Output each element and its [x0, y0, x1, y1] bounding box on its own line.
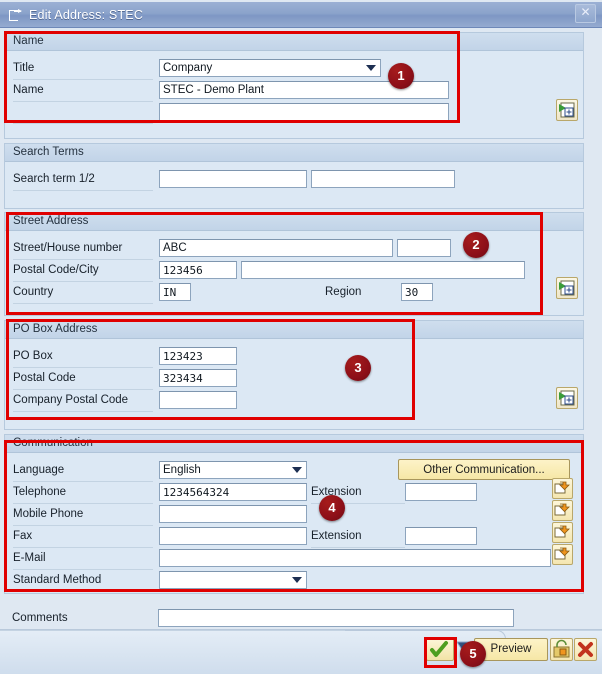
comments-label: Comments: [12, 608, 152, 630]
city-input[interactable]: [241, 261, 525, 279]
language-select[interactable]: English: [159, 461, 307, 479]
insert-line-icon-name[interactable]: [556, 99, 578, 121]
red-x-icon: [578, 642, 593, 657]
annotation-marker-1: 1: [388, 63, 414, 89]
chevron-down-icon[interactable]: [292, 467, 302, 473]
company-postal-code-input[interactable]: [159, 391, 237, 409]
telephone-extension-input[interactable]: [405, 483, 477, 501]
window-title: Edit Address: STEC: [29, 7, 144, 22]
annotation-marker-2: 2: [463, 232, 489, 258]
name-section-header: Name: [5, 33, 583, 51]
po-box-header: PO Box Address: [5, 321, 583, 339]
email-label: E-Mail: [13, 548, 153, 570]
language-label: Language: [13, 460, 153, 482]
launch-arrow-icon-glyph: [554, 525, 570, 538]
edit-address-icon: [9, 8, 22, 21]
launch-arrow-icon-mobile[interactable]: [552, 500, 573, 521]
comments-input[interactable]: [158, 609, 514, 627]
insert-line-icon-glyph: [559, 102, 575, 118]
annotation-marker-4: 4: [319, 495, 345, 521]
country-input[interactable]: IN: [159, 283, 191, 301]
hold-lock-icon: [553, 639, 570, 658]
search-term-2-input[interactable]: [311, 170, 455, 188]
name-section: Name Title Company Name STEC - Demo Plan…: [4, 32, 584, 139]
title-select[interactable]: Company: [159, 59, 381, 77]
street-address-header: Street Address: [5, 213, 583, 231]
communication-section: Communication Language English Other Com…: [4, 434, 584, 594]
region-input[interactable]: 30: [401, 283, 433, 301]
launch-arrow-icon-glyph: [554, 503, 570, 516]
street-address-section: Street Address Street/House number ABC P…: [4, 212, 584, 316]
chevron-down-icon[interactable]: [366, 65, 376, 71]
edit-address-dialog: Edit Address: STEC ✕ Name Title Company …: [0, 0, 602, 674]
insert-line-icon-glyph: [559, 390, 575, 406]
po-box-section: PO Box Address PO Box 123423 Postal Code…: [4, 320, 584, 430]
annotation-marker-3: 3: [345, 355, 371, 381]
launch-arrow-icon-glyph: [554, 481, 570, 494]
dialog-footer: Preview: [0, 630, 602, 674]
other-communication-button[interactable]: Other Communication...: [398, 459, 570, 480]
launch-arrow-icon-fax[interactable]: [552, 522, 573, 543]
title-label: Title: [13, 58, 153, 80]
insert-line-icon-glyph: [559, 280, 575, 296]
annotation-marker-5: 5: [460, 641, 486, 667]
close-icon[interactable]: ✕: [575, 4, 596, 23]
name-label: Name: [13, 80, 153, 102]
postal-city-label: Postal Code/City: [13, 260, 153, 282]
window-titlebar: Edit Address: STEC: [0, 2, 602, 28]
street-house-label: Street/House number: [13, 238, 153, 260]
telephone-label: Telephone: [13, 482, 153, 504]
standard-method-label: Standard Method: [13, 570, 153, 592]
mobile-phone-input[interactable]: [159, 505, 307, 523]
company-postal-code-label: Company Postal Code: [13, 390, 153, 412]
communication-header: Communication: [5, 435, 583, 453]
launch-arrow-icon-glyph: [554, 547, 570, 560]
hold-lock-button[interactable]: [550, 638, 573, 661]
fax-extension-label: Extension: [311, 526, 405, 548]
country-label: Country: [13, 282, 153, 304]
fax-extension-input[interactable]: [405, 527, 477, 545]
po-box-input[interactable]: 123423: [159, 347, 237, 365]
ok-button[interactable]: [426, 638, 454, 661]
po-postal-code-label: Postal Code: [13, 368, 153, 390]
search-terms-header: Search Terms: [5, 144, 583, 162]
house-number-input[interactable]: [397, 239, 451, 257]
search-term-1-input[interactable]: [159, 170, 307, 188]
chevron-down-icon[interactable]: [292, 577, 302, 583]
telephone-input[interactable]: 1234564324: [159, 483, 307, 501]
postal-code-input[interactable]: 123456: [159, 261, 237, 279]
green-check-icon: [430, 641, 448, 657]
name2-label: [13, 102, 153, 124]
region-label: Region: [325, 286, 362, 298]
street-input[interactable]: ABC: [159, 239, 393, 257]
email-input[interactable]: [159, 549, 551, 567]
launch-arrow-icon-telephone[interactable]: [552, 478, 573, 499]
insert-line-icon-pobox[interactable]: [556, 387, 578, 409]
mobile-phone-label: Mobile Phone: [13, 504, 153, 526]
fax-label: Fax: [13, 526, 153, 548]
po-box-label: PO Box: [13, 346, 153, 368]
fax-input[interactable]: [159, 527, 307, 545]
search-term-label: Search term 1/2: [13, 169, 153, 191]
name2-input[interactable]: [159, 103, 449, 121]
cancel-button[interactable]: [574, 638, 597, 661]
po-postal-code-input[interactable]: 323434: [159, 369, 237, 387]
search-terms-section: Search Terms Search term 1/2: [4, 143, 584, 209]
insert-line-icon-street[interactable]: [556, 277, 578, 299]
standard-method-select[interactable]: [159, 571, 307, 589]
launch-arrow-icon-email[interactable]: [552, 544, 573, 565]
